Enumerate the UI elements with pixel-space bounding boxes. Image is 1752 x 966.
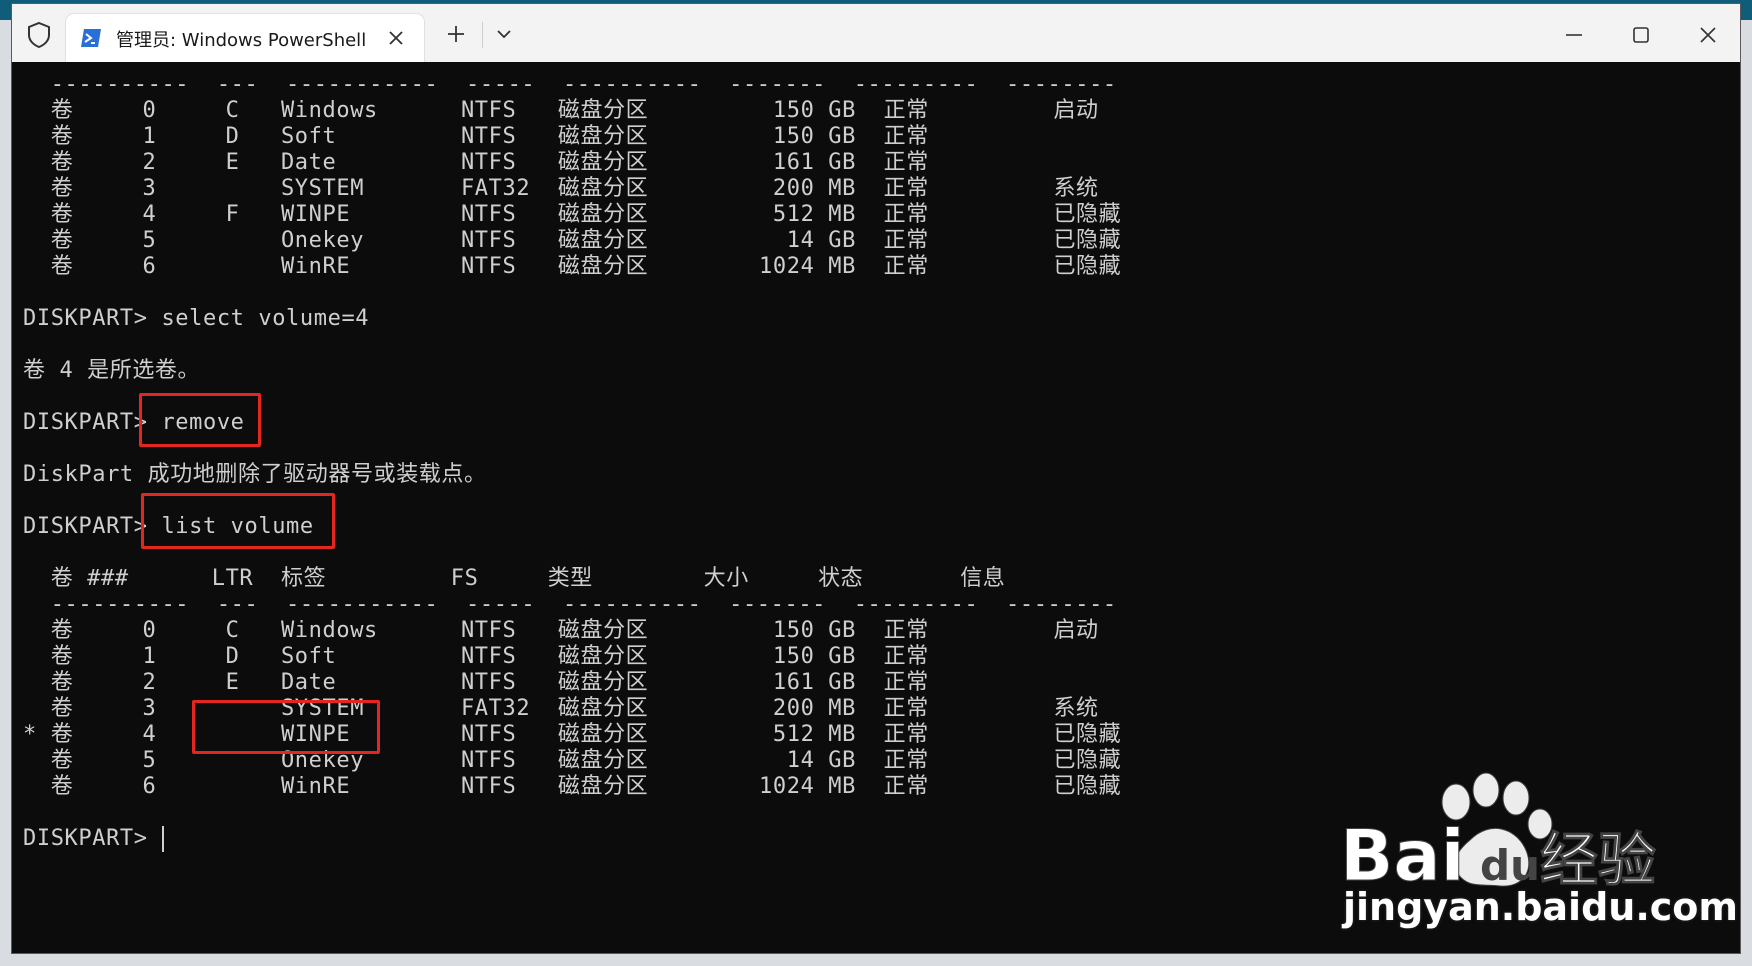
terminal-line: 卷 5 Onekey NTFS 磁盘分区 14 GB 正常 已隐藏	[23, 228, 1122, 253]
terminal-line: ---------- --- ----------- ----- -------…	[23, 72, 1117, 97]
powershell-icon	[81, 29, 101, 47]
toolbar-divider	[482, 22, 483, 48]
text-cursor	[162, 826, 164, 852]
maximize-icon[interactable]	[1626, 20, 1656, 50]
shield-icon	[28, 21, 50, 49]
tab-powershell[interactable]: 管理员: Windows PowerShell	[66, 14, 424, 62]
chevron-down-icon[interactable]	[494, 26, 514, 42]
terminal-line: 卷 4 F WINPE NTFS 磁盘分区 512 MB 正常 已隐藏	[23, 202, 1122, 227]
terminal-line: 卷 4 是所选卷。	[23, 358, 201, 383]
terminal-line: * 卷 4 WINPE NTFS 磁盘分区 512 MB 正常 已隐藏	[23, 722, 1122, 747]
terminal-line: DiskPart 成功地删除了驱动器号或装载点。	[23, 462, 487, 487]
terminal-line: ---------- --- ----------- ----- -------…	[23, 592, 1117, 617]
terminal-line: 卷 2 E Date NTFS 磁盘分区 161 GB 正常	[23, 670, 929, 695]
minimize-icon[interactable]	[1559, 20, 1589, 50]
terminal-line: 卷 3 SYSTEM FAT32 磁盘分区 200 MB 正常 系统	[23, 696, 1099, 721]
terminal-line: 卷 6 WinRE NTFS 磁盘分区 1024 MB 正常 已隐藏	[23, 254, 1122, 279]
terminal-line: 卷 3 SYSTEM FAT32 磁盘分区 200 MB 正常 系统	[23, 176, 1099, 201]
svg-text:经验: 经验	[1540, 826, 1656, 894]
terminal-line: 卷 6 WinRE NTFS 磁盘分区 1024 MB 正常 已隐藏	[23, 774, 1122, 799]
watermark-url: jingyan.baidu.com	[1343, 885, 1738, 929]
tab-title: 管理员: Windows PowerShell	[116, 30, 367, 51]
terminal-line: 卷 0 C Windows NTFS 磁盘分区 150 GB 正常 启动	[23, 98, 1099, 123]
highlight-box-winpe	[192, 700, 380, 754]
close-icon[interactable]	[386, 28, 406, 48]
svg-text:du: du	[1480, 841, 1540, 890]
terminal-line: 卷 1 D Soft NTFS 磁盘分区 150 GB 正常	[23, 124, 929, 149]
terminal-line: 卷 1 D Soft NTFS 磁盘分区 150 GB 正常	[23, 644, 929, 669]
terminal-line: DISKPART> select volume=4	[23, 306, 370, 331]
terminal-prompt-line: DISKPART>	[23, 826, 162, 851]
terminal-line: 卷 0 C Windows NTFS 磁盘分区 150 GB 正常 启动	[23, 618, 1099, 643]
title-bar[interactable]: 管理员: Windows PowerShell	[12, 4, 1740, 62]
terminal-line: 卷 2 E Date NTFS 磁盘分区 161 GB 正常	[23, 150, 929, 175]
terminal-line: 卷 5 Onekey NTFS 磁盘分区 14 GB 正常 已隐藏	[23, 748, 1122, 773]
plus-icon[interactable]	[444, 22, 468, 46]
close-icon[interactable]	[1693, 20, 1723, 50]
highlight-box-list-volume	[141, 493, 335, 549]
highlight-box-remove	[139, 393, 261, 447]
terminal-line: 卷 ### LTR 标签 FS 类型 大小 状态 信息	[23, 566, 1006, 591]
